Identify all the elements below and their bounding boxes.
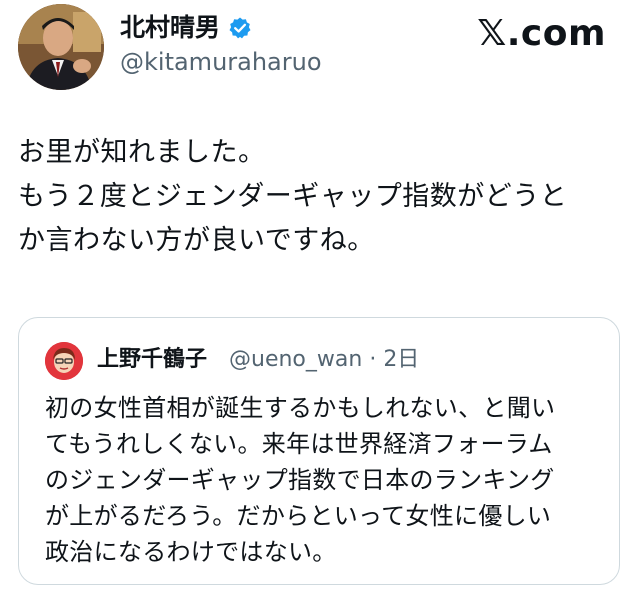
quoted-author-avatar[interactable] (45, 342, 83, 380)
author-handle[interactable]: @kitamuraharuo (120, 46, 322, 78)
x-logo: 𝕏.com (477, 13, 606, 54)
quoted-tweet-text: 初の女性首相が誕生するかもしれない、と聞い てもうれしくない。来年は世界経済フォ… (45, 394, 556, 566)
quoted-timestamp[interactable]: 2日 (383, 347, 419, 372)
quoted-meta: @ueno_wan · 2日 (229, 345, 419, 375)
quoted-avatar-image (45, 342, 83, 380)
author-avatar-image (18, 4, 104, 90)
author-name-row[interactable]: 北村晴男 (120, 12, 252, 44)
quoted-tweet-card[interactable]: 上野千鶴子 @ueno_wan · 2日 初の女性首相が誕生するかもしれない、と… (18, 317, 620, 585)
meta-separator: · (369, 347, 377, 372)
verified-badge-icon (228, 16, 252, 40)
quoted-author-handle[interactable]: @ueno_wan (229, 347, 362, 372)
author-avatar[interactable] (18, 4, 104, 90)
author-name[interactable]: 北村晴男 (120, 12, 220, 44)
quoted-author-name[interactable]: 上野千鶴子 (97, 345, 207, 375)
tweet-text: お里が知れました。 もう２度とジェンダーギャップ指数がどうと か言わない方が良い… (18, 137, 568, 256)
